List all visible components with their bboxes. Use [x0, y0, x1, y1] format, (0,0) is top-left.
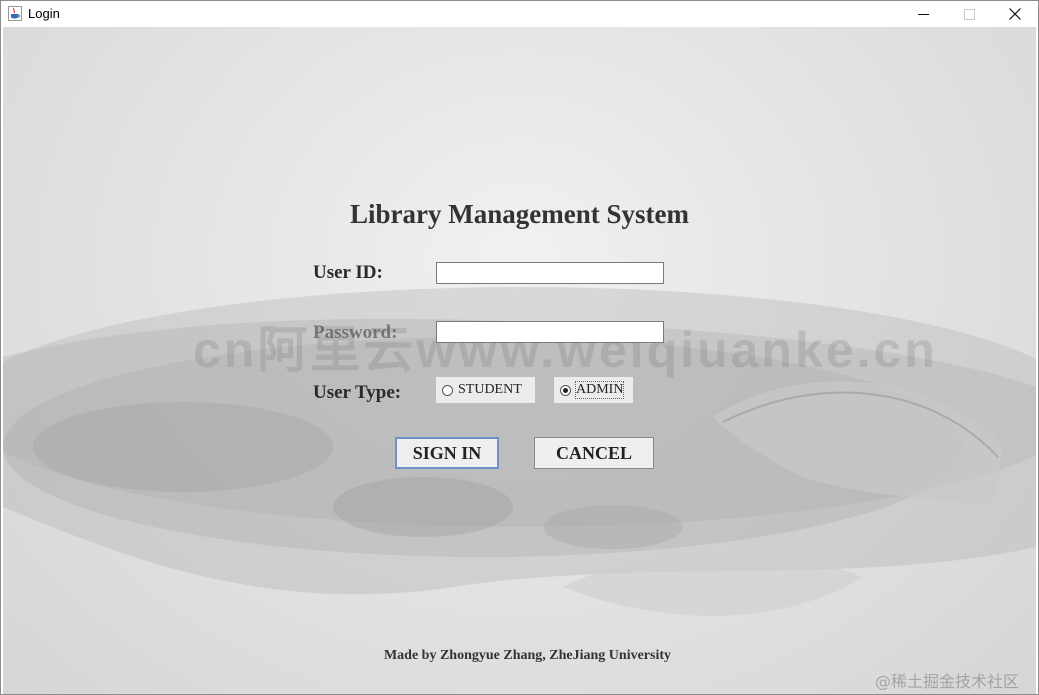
radio-admin-label: ADMIN — [574, 381, 625, 399]
user-id-label: User ID: — [313, 262, 383, 283]
footer-credit: Made by Zhongyue Zhang, ZheJiang Univers… — [383, 648, 672, 663]
password-input[interactable] — [436, 321, 664, 343]
radio-button-selected-icon — [560, 384, 571, 396]
login-window: Login Library Management System User ID:… — [0, 0, 1039, 695]
java-cup-icon — [8, 6, 22, 21]
title-bar[interactable]: Login — [1, 1, 1038, 27]
user-id-input[interactable] — [436, 262, 664, 284]
login-panel: Library Management System User ID: cn阿里云… — [3, 27, 1036, 694]
radio-student[interactable]: STUDENT — [436, 377, 535, 403]
radio-button-icon — [442, 384, 453, 396]
close-button[interactable] — [992, 1, 1038, 27]
password-label: Password: — [313, 322, 398, 343]
sign-in-button[interactable]: SIGN IN — [395, 437, 499, 469]
radio-student-label: STUDENT — [458, 382, 522, 397]
window-title: Login — [28, 6, 60, 21]
minimize-icon — [917, 13, 929, 15]
cancel-button[interactable]: CANCEL — [534, 437, 654, 469]
maximize-icon — [963, 8, 975, 20]
maximize-button[interactable] — [946, 1, 992, 27]
minimize-button[interactable] — [900, 1, 946, 27]
user-type-label: User Type: — [313, 382, 402, 403]
radio-admin[interactable]: ADMIN — [554, 377, 633, 403]
corner-watermark: @稀土掘金技术社区 — [875, 672, 1020, 691]
app-heading: Library Management System — [350, 199, 689, 229]
close-icon — [1009, 8, 1021, 20]
